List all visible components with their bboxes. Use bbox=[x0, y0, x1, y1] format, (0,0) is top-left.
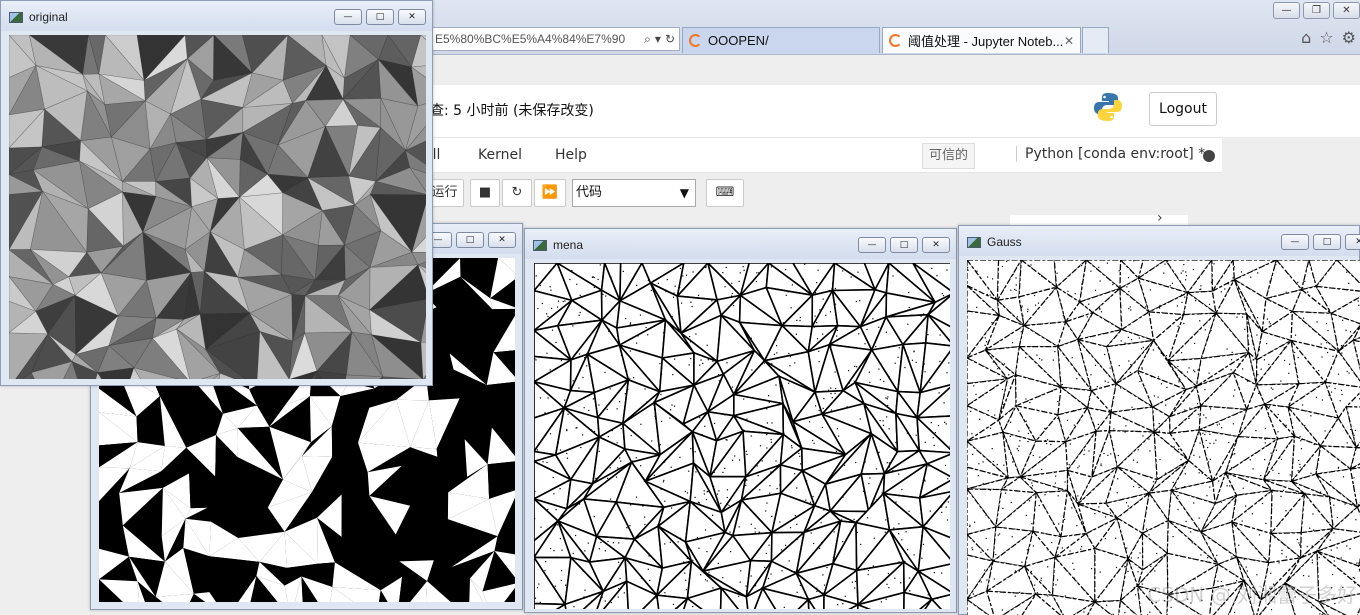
maximize-icon[interactable]: □ bbox=[1313, 234, 1341, 250]
url-text: E5%80%BC%E5%A4%84%E7%90 bbox=[435, 32, 626, 46]
fast-forward-icon: ⏩ bbox=[541, 185, 559, 200]
window-title: original bbox=[29, 10, 68, 24]
tab-label: OOOPEN/ bbox=[708, 33, 769, 48]
notebook-toolbar: 运行 ■ ↻ ⏩ 代码 ▼ ⌨ bbox=[420, 177, 1360, 213]
minimize-icon[interactable]: — bbox=[1281, 234, 1309, 250]
watermark: CSDN @ 刘湘蕾子多好 bbox=[1147, 583, 1357, 607]
menu-kernel[interactable]: Kernel bbox=[478, 147, 522, 163]
kernel-name[interactable]: Python [conda env:root] * bbox=[1016, 146, 1205, 162]
window-mena[interactable]: mena — □ ✕ bbox=[524, 228, 957, 613]
maximize-icon[interactable]: □ bbox=[456, 232, 484, 248]
kernel-status-icon bbox=[1203, 150, 1215, 162]
keyboard-shortcuts-button[interactable]: ⌨ bbox=[706, 179, 744, 207]
close-icon[interactable]: ✕ bbox=[488, 232, 516, 248]
cell-type-select[interactable]: 代码 ▼ bbox=[572, 179, 696, 207]
gear-icon[interactable]: ⚙ bbox=[1342, 28, 1356, 47]
restart-icon: ↻ bbox=[511, 185, 523, 200]
logout-button[interactable]: Logout bbox=[1149, 92, 1217, 126]
window-original[interactable]: original — □ ✕ bbox=[0, 0, 433, 386]
run-all-button[interactable]: ⏩ bbox=[534, 179, 566, 207]
search-icon[interactable]: ⌕ bbox=[644, 32, 651, 47]
trusted-badge[interactable]: 可信的 bbox=[922, 143, 976, 169]
image-window-icon bbox=[533, 240, 547, 251]
menubar: ell Kernel Help 可信的 Python [conda env:ro… bbox=[420, 137, 1222, 173]
keyboard-icon: ⌨ bbox=[715, 185, 735, 200]
image-texture bbox=[967, 260, 1360, 615]
restore-icon[interactable]: ❐ bbox=[1303, 2, 1330, 19]
gaussian-adaptive-threshold-image bbox=[967, 260, 1360, 615]
chevron-down-icon: ▼ bbox=[679, 186, 689, 200]
close-icon[interactable]: ✕ bbox=[922, 237, 950, 253]
window-gauss[interactable]: Gauss — □ ✕ CSDN @ 刘湘蕾子多好 bbox=[958, 225, 1360, 615]
original-lowpoly-image bbox=[9, 35, 426, 379]
stop-button[interactable]: ■ bbox=[470, 179, 500, 207]
restart-button[interactable]: ↻ bbox=[502, 179, 532, 207]
minimize-icon[interactable]: — bbox=[1273, 2, 1300, 19]
maximize-icon[interactable]: □ bbox=[366, 9, 394, 25]
window-title: Gauss bbox=[987, 235, 1022, 249]
chevron-right-icon[interactable]: › bbox=[1157, 210, 1163, 226]
image-window-icon bbox=[967, 237, 981, 248]
menu-help[interactable]: Help bbox=[555, 147, 587, 163]
home-icon[interactable]: ⌂ bbox=[1301, 28, 1311, 47]
python-logo-icon bbox=[1094, 93, 1122, 121]
window-title: mena bbox=[553, 238, 584, 252]
stop-icon: ■ bbox=[478, 185, 492, 200]
cell-type-value: 代码 bbox=[576, 185, 603, 200]
image-texture bbox=[534, 263, 950, 609]
close-icon[interactable]: ✕ bbox=[1345, 234, 1360, 250]
address-bar[interactable]: E5%80%BC%E5%A4%84%E7%90 ⌕ ▾ ↻ bbox=[430, 27, 680, 51]
browser-window-controls: — ❐ ✕ bbox=[1273, 2, 1360, 19]
refresh-icon[interactable]: ↻ bbox=[665, 32, 675, 47]
close-icon[interactable]: ✕ bbox=[1333, 2, 1360, 19]
minimize-icon[interactable]: — bbox=[334, 9, 362, 25]
new-tab-button[interactable] bbox=[1082, 27, 1109, 53]
jupyter-loading-icon bbox=[689, 34, 702, 47]
save-status: 查: 5 小时前 (未保存改变) bbox=[430, 103, 594, 119]
window-titlebar[interactable]: original — □ ✕ bbox=[1, 1, 432, 31]
jupyter-loading-icon bbox=[889, 34, 902, 47]
maximize-icon[interactable]: □ bbox=[890, 237, 918, 253]
window-titlebar[interactable]: mena — □ ✕ bbox=[525, 229, 956, 259]
browser-tab-jupyter[interactable]: 阈值处理 - Jupyter Noteb... ✕ bbox=[882, 27, 1081, 53]
minimize-icon[interactable]: — bbox=[858, 237, 886, 253]
image-window-icon bbox=[9, 12, 23, 23]
star-icon[interactable]: ☆ bbox=[1319, 28, 1333, 47]
chevron-down-icon[interactable]: ▾ bbox=[655, 32, 661, 47]
close-icon[interactable]: ✕ bbox=[398, 9, 426, 25]
image-texture bbox=[9, 35, 426, 379]
window-titlebar[interactable]: Gauss — □ ✕ bbox=[959, 226, 1360, 256]
tab-label: 阈值处理 - Jupyter Noteb... bbox=[908, 34, 1064, 49]
browser-nav-icons: ⌂ ☆ ⚙ bbox=[1301, 28, 1356, 47]
tab-close-icon[interactable]: ✕ bbox=[1064, 34, 1074, 48]
mean-adaptive-threshold-image bbox=[534, 263, 950, 609]
browser-tab-ooopen[interactable]: OOOPEN/ bbox=[682, 27, 880, 53]
